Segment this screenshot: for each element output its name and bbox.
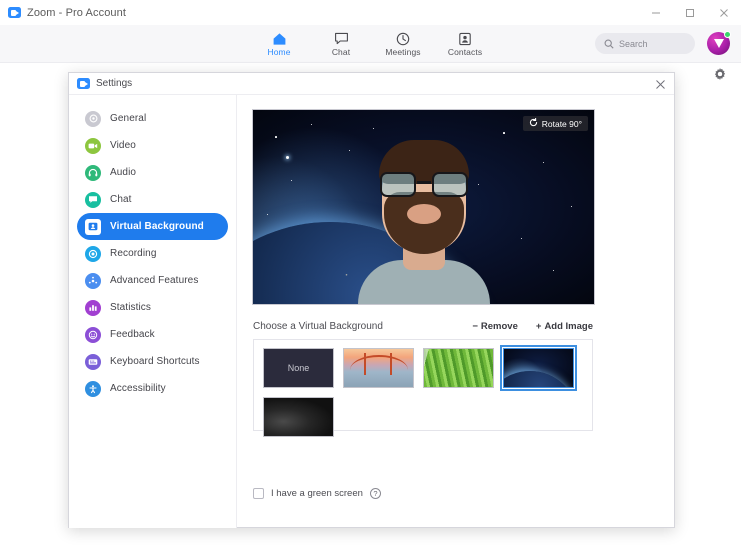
nav-item-meetings[interactable]: Meetings xyxy=(372,25,434,63)
rotate-90-label: Rotate 90° xyxy=(541,118,582,129)
chat-bubble-icon xyxy=(85,191,101,208)
sidebar-label-general: General xyxy=(110,113,147,124)
settings-dialog-body: General Video Audio Chat Virtual Backgro… xyxy=(69,95,674,528)
add-image-button[interactable]: + Add Image xyxy=(536,321,593,332)
subject-mouth xyxy=(406,204,441,224)
virtual-background-thumbnail-grid: None xyxy=(253,339,593,437)
avatar-mark-icon xyxy=(713,39,724,48)
thumbnail-earth[interactable] xyxy=(500,345,577,391)
avatar[interactable] xyxy=(707,31,731,55)
subject-glasses xyxy=(379,172,468,198)
zoom-logo-icon xyxy=(8,7,21,18)
sidebar-item-chat[interactable]: Chat xyxy=(77,186,228,213)
sidebar-item-accessibility[interactable]: Accessibility xyxy=(77,375,228,402)
thumbnail-smoke[interactable] xyxy=(263,397,334,437)
record-icon xyxy=(85,245,101,262)
sidebar-item-advanced-features[interactable]: Advanced Features xyxy=(77,267,228,294)
minus-icon: − xyxy=(472,320,478,332)
video-subject xyxy=(357,128,490,304)
nav-label-chat: Chat xyxy=(331,47,351,57)
sidebar-label-virtual-background: Virtual Background xyxy=(110,221,204,232)
smiley-icon xyxy=(85,326,101,343)
video-preview: Rotate 90° xyxy=(252,109,595,305)
nav-item-contacts[interactable]: Contacts xyxy=(434,25,496,63)
question-mark-icon[interactable]: ? xyxy=(369,488,381,499)
minimize-icon[interactable] xyxy=(639,0,673,25)
sidebar-item-general[interactable]: General xyxy=(77,105,228,132)
accessibility-icon xyxy=(85,380,101,397)
section-title: Choose a Virtual Background xyxy=(253,320,383,332)
search-box[interactable] xyxy=(595,33,695,54)
plus-icon: + xyxy=(535,320,542,332)
person-card-icon xyxy=(85,218,101,235)
sidebar-item-audio[interactable]: Audio xyxy=(77,159,228,186)
nav-label-home: Home xyxy=(267,47,291,57)
clock-icon xyxy=(396,31,410,46)
zoom-logo-icon xyxy=(77,78,90,89)
close-icon[interactable] xyxy=(646,73,674,95)
sidebar-item-recording[interactable]: Recording xyxy=(77,240,228,267)
main-navigation: Home Chat Meetings Contacts xyxy=(248,25,496,63)
status-badge xyxy=(724,31,731,38)
settings-sidebar: General Video Audio Chat Virtual Backgro… xyxy=(69,95,237,528)
sidebar-item-video[interactable]: Video xyxy=(77,132,228,159)
rotate-icon xyxy=(529,117,538,129)
close-icon[interactable] xyxy=(707,0,741,25)
sidebar-label-chat: Chat xyxy=(110,194,132,205)
bar-chart-icon xyxy=(85,299,101,316)
sidebar-label-keyboard-shortcuts: Keyboard Shortcuts xyxy=(110,356,200,367)
window-title: Zoom - Pro Account xyxy=(27,6,127,19)
search-icon xyxy=(604,39,614,49)
sparkle-icon xyxy=(85,272,101,289)
settings-dialog: Settings General Video Audio Chat Virtua… xyxy=(68,72,675,528)
sidebar-item-keyboard-shortcuts[interactable]: Keyboard Shortcuts xyxy=(77,348,228,375)
nav-item-home[interactable]: Home xyxy=(248,25,310,63)
sidebar-label-feedback: Feedback xyxy=(110,329,155,340)
thumbnail-grass[interactable] xyxy=(423,348,494,388)
sidebar-label-advanced-features: Advanced Features xyxy=(110,275,199,286)
sidebar-item-feedback[interactable]: Feedback xyxy=(77,321,228,348)
virtual-background-actions: − Remove + Add Image xyxy=(472,321,593,332)
thumbnail-none[interactable]: None xyxy=(263,348,334,388)
sidebar-label-statistics: Statistics xyxy=(110,302,152,313)
nav-label-contacts: Contacts xyxy=(447,47,483,57)
sidebar-label-audio: Audio xyxy=(110,167,137,178)
contacts-icon xyxy=(458,31,472,46)
remove-button[interactable]: − Remove xyxy=(472,321,518,332)
thumbnail-none-label: None xyxy=(287,363,310,373)
search-input[interactable] xyxy=(619,38,686,49)
green-screen-label: I have a green screen xyxy=(271,488,363,499)
zoom-application-window: Zoom - Pro Account Home Chat Meetings Co… xyxy=(0,0,741,547)
headset-icon xyxy=(85,164,101,181)
settings-dialog-title-bar: Settings xyxy=(69,73,674,95)
keyboard-icon xyxy=(85,353,101,370)
add-image-label: Add Image xyxy=(544,320,593,332)
green-screen-option: I have a green screen ? xyxy=(253,488,381,499)
settings-dialog-title: Settings xyxy=(96,78,133,89)
green-screen-checkbox[interactable] xyxy=(253,488,264,499)
sidebar-label-video: Video xyxy=(110,140,136,151)
remove-label: Remove xyxy=(480,320,518,332)
maximize-icon[interactable] xyxy=(673,0,707,25)
sidebar-item-virtual-background[interactable]: Virtual Background xyxy=(77,213,228,240)
app-header: Home Chat Meetings Contacts xyxy=(0,25,741,63)
sidebar-label-recording: Recording xyxy=(110,248,157,259)
chat-bubble-icon xyxy=(334,31,349,46)
gear-icon[interactable] xyxy=(710,64,730,84)
window-controls xyxy=(639,0,741,25)
virtual-background-header: Choose a Virtual Background − Remove + A… xyxy=(253,317,593,335)
gear-icon xyxy=(85,110,101,127)
title-bar: Zoom - Pro Account xyxy=(0,0,741,25)
video-camera-icon xyxy=(85,137,101,154)
sidebar-label-accessibility: Accessibility xyxy=(110,383,166,394)
sidebar-item-statistics[interactable]: Statistics xyxy=(77,294,228,321)
rotate-90-button[interactable]: Rotate 90° xyxy=(522,116,588,131)
title-bar-left: Zoom - Pro Account xyxy=(0,7,126,19)
nav-label-meetings: Meetings xyxy=(385,47,421,57)
settings-content-panel: Rotate 90° Choose a Virtual Background −… xyxy=(237,95,674,528)
nav-item-chat[interactable]: Chat xyxy=(310,25,372,63)
home-icon xyxy=(272,31,287,46)
thumbnail-bridge[interactable] xyxy=(343,348,414,388)
